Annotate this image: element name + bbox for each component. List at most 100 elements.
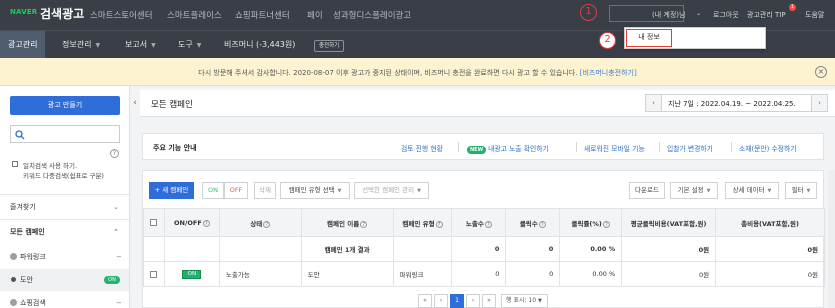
summary-clicks: 0 <box>505 236 561 262</box>
prev-page-button[interactable]: ‹ <box>434 294 448 308</box>
select-all-checkbox[interactable] <box>150 219 158 226</box>
help-link[interactable]: 도움말 <box>805 10 824 20</box>
sidebar-item-powerlink[interactable]: 파워링크 − <box>0 246 129 268</box>
logout-link[interactable]: 로그아웃 <box>713 10 739 20</box>
review-status-link[interactable]: 검토 진행 현황 <box>401 143 443 153</box>
service-link-pay[interactable]: 페이 <box>307 9 323 21</box>
first-page-button[interactable]: « <box>418 294 432 308</box>
chevron-up-icon: ⌃ <box>113 228 119 236</box>
new-campaign-button[interactable]: + 새 캠페인 <box>149 182 194 199</box>
bizmoney-balance[interactable]: 비즈머니 (-3,443원) <box>224 31 295 59</box>
help-icon[interactable]: ? <box>484 220 492 228</box>
help-icon[interactable]: ? <box>538 220 546 228</box>
delete-button[interactable]: 삭제 <box>254 182 276 199</box>
table-row[interactable]: ON 노출가능 도안 파워링크 0 0 0.00 % 0원 0원 <box>143 261 825 287</box>
exact-match-checkbox[interactable] <box>12 161 18 167</box>
selected-campaign-manage-select[interactable]: 선택한 캠페인 관리 ▼ <box>354 182 429 199</box>
off-button[interactable]: OFF <box>224 182 248 199</box>
column-header-status[interactable]: 상태? <box>218 208 302 237</box>
help-icon[interactable]: ? <box>360 220 368 228</box>
sidebar-item-campaign[interactable]: 도안 ON <box>0 269 129 291</box>
date-range-picker[interactable]: ‹ 지난 7일 : 2022.04.19. ~ 2022.04.25. › <box>645 94 828 112</box>
campaign-onoff-toggle[interactable]: ON <box>182 270 202 279</box>
change-bid-link[interactable]: 입찰가 변경하기 <box>667 143 713 153</box>
feature-guide-bar: 주요 기능 안내 검토 진행 현황 NEW 내광고 노출 확인하기 새로워진 모바… <box>142 133 824 160</box>
column-header-ctr[interactable]: 클릭률(%)? <box>559 208 623 237</box>
campaign-type-select[interactable]: 캠페인 유형 선택 ▼ <box>280 182 350 199</box>
service-link-smartplace[interactable]: 스마트플레이스 <box>167 9 222 21</box>
chevron-left-icon[interactable]: ‹ <box>646 95 662 111</box>
service-link-shopping-partner[interactable]: 쇼핑파트너센터 <box>235 9 290 21</box>
collapse-icon[interactable]: − <box>116 246 122 268</box>
rows-per-page-select[interactable]: 행 표시: 10 ▼ <box>501 294 548 308</box>
summary-cell <box>392 236 453 262</box>
app-title[interactable]: 검색광고 <box>40 5 84 22</box>
sidebar-item-favorites[interactable]: 즐겨찾기 ⌄ <box>0 194 129 219</box>
create-ad-button[interactable]: 광고 만들기 <box>10 96 120 115</box>
chevron-right-icon[interactable]: › <box>811 95 827 111</box>
select-label: 필터 <box>791 186 804 194</box>
campaign-search-input[interactable] <box>10 125 120 143</box>
column-header-campaign-name[interactable]: 캠페인 이름? <box>300 208 394 237</box>
row-toggle-cell: ON <box>163 261 220 287</box>
ad-exposure-check-link[interactable]: NEW 내광고 노출 확인하기 <box>467 143 549 154</box>
tab-info-management[interactable]: 정보관리 ▼ <box>62 31 100 59</box>
detail-data-select[interactable]: 상세 데이터 ▼ <box>725 182 779 199</box>
summary-row: 캠페인 1개 결과 0 0 0.00 % 0원 0원 <box>143 236 825 262</box>
chevron-down-icon: ⌄ <box>113 203 119 211</box>
next-page-button[interactable]: › <box>466 294 480 308</box>
scrollbar[interactable] <box>828 170 835 308</box>
download-button[interactable]: 다운로드 <box>629 182 665 199</box>
campaign-table-panel: + 새 캠페인 ON OFF 삭제 캠페인 유형 선택 ▼ 선택한 캠페인 관리 ▼… <box>142 170 825 308</box>
page-number[interactable]: 1 <box>450 294 464 308</box>
bizmoney-charge-link[interactable]: [비즈머니충전하기] <box>580 69 637 77</box>
close-icon[interactable]: × <box>815 66 827 78</box>
column-header-impressions[interactable]: 노출수? <box>451 208 507 237</box>
column-header-avg-cpc[interactable]: 평균클릭비용(VAT포함,원) <box>621 208 717 237</box>
sidebar-item-label: 모든 캠페인 <box>10 228 45 236</box>
help-icon[interactable]: ? <box>435 220 443 228</box>
my-info-menu-item[interactable]: 내 정보 <box>626 29 672 47</box>
main-header: 모든 캠페인 ‹ 지난 7일 : 2022.04.19. ~ 2022.04.2… <box>140 90 835 117</box>
last-page-button[interactable]: » <box>482 294 496 308</box>
summary-impressions: 0 <box>451 236 507 262</box>
campaign-name-link[interactable]: 도안 <box>300 261 394 287</box>
help-icon[interactable]: ? <box>110 149 119 158</box>
help-icon[interactable]: ? <box>263 220 271 228</box>
divider <box>731 142 732 152</box>
new-badge: NEW <box>467 146 487 154</box>
annotation-step-1: 1 <box>580 4 597 21</box>
service-link-smartstore[interactable]: 스마트스토어센터 <box>90 9 153 21</box>
charge-button[interactable]: 충전하기 <box>314 40 345 52</box>
sidebar-item-all-campaigns[interactable]: 모든 캠페인 ⌃ <box>0 219 129 244</box>
row-checkbox[interactable] <box>150 270 158 278</box>
tab-reports[interactable]: 보고서 ▼ <box>125 31 156 59</box>
on-button[interactable]: ON <box>202 182 224 199</box>
column-header-total-cost[interactable]: 총비용(VAT포함,원) <box>715 208 825 237</box>
column-header-onoff[interactable]: ON/OFF? <box>163 208 220 237</box>
page-title: 모든 캠페인 <box>151 100 193 110</box>
ad-tips-link[interactable]: 광고관리 TIP <box>747 10 786 20</box>
column-header-clicks[interactable]: 클릭수? <box>505 208 561 237</box>
default-setting-select[interactable]: 기본 설정 ▼ <box>670 182 718 199</box>
edit-ad-copy-link[interactable]: 소재(문안) 수정하기 <box>739 143 797 153</box>
new-mobile-features-link[interactable]: 새로워진 모바일 기능 <box>584 143 645 153</box>
date-range-label[interactable]: 지난 7일 : 2022.04.19. ~ 2022.04.25. <box>668 99 796 109</box>
tab-ad-management[interactable]: 광고관리 <box>0 31 46 59</box>
naver-logo[interactable]: NAVER <box>10 8 37 16</box>
help-icon[interactable]: ? <box>602 220 610 228</box>
account-menu-button[interactable]: (내 계정)님 <box>652 10 685 20</box>
table-header-row: ON/OFF? 상태? 캠페인 이름? 캠페인 유형? 노출수? 클릭수? 클릭… <box>143 208 825 237</box>
collapse-icon[interactable]: − <box>116 292 122 308</box>
feature-guide-label: 주요 기능 안내 <box>153 144 197 152</box>
sidebar-item-shopping[interactable]: 쇼핑검색 − <box>0 292 129 308</box>
filter-select[interactable]: 필터 ▼ <box>785 182 817 199</box>
service-link-display-ads[interactable]: 성과형디스플레이광고 <box>333 9 411 21</box>
sidebar-collapse-icon[interactable]: ‹ <box>130 92 140 114</box>
help-icon[interactable]: ? <box>202 219 210 227</box>
chevron-down-icon[interactable]: ⌄ <box>696 10 701 17</box>
column-header-campaign-type[interactable]: 캠페인 유형? <box>392 208 453 237</box>
chevron-down-icon: ▼ <box>95 42 101 49</box>
tab-tools[interactable]: 도구 ▼ <box>178 31 201 59</box>
tab-label: 도구 <box>178 40 193 49</box>
